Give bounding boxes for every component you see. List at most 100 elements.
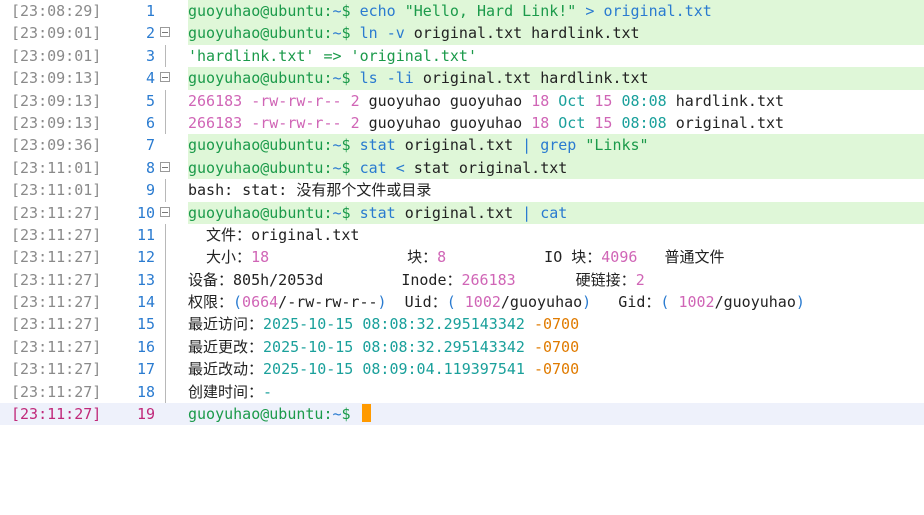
operator: | <box>522 136 532 155</box>
fold-toggle-icon[interactable] <box>160 161 170 172</box>
command: ls <box>359 69 378 88</box>
line[interactable]: [23:11:27] 13 设备：805h/2053d Inode：266183 硬… <box>0 268 924 292</box>
line-number: 3 <box>145 46 155 65</box>
fold-guide <box>165 179 166 202</box>
line[interactable]: [23:11:01] 9 bash: stat: 没有那个文件或目录 <box>0 179 924 202</box>
stat-timezone: -0700 <box>533 315 580 334</box>
stat-value: 266183 <box>461 270 516 289</box>
line[interactable]: [23:11:27] 15 最近访问：2025-10-15 08:08:32.2… <box>0 313 924 336</box>
line-content[interactable]: guoyuhao@ubuntu:~$ cat < stat original.t… <box>188 156 924 180</box>
command: echo <box>359 2 396 20</box>
line-content[interactable]: 266183 -rw-rw-r-- 2 guoyuhao guoyuhao 18… <box>188 90 924 112</box>
month: Oct <box>558 113 586 132</box>
line-content[interactable]: 最近改动：2025-10-15 08:09:04.119397541 -0700 <box>188 358 924 380</box>
line-content[interactable]: guoyuhao@ubuntu:~$ <box>188 403 924 425</box>
stat-label: 最近改动： <box>188 360 264 379</box>
stat-value: 4096 <box>601 248 638 267</box>
stat-value: 805h/2053d <box>233 270 324 289</box>
line-content[interactable]: 266183 -rw-rw-r-- 2 guoyuhao guoyuhao 18… <box>188 112 924 134</box>
line-number: 6 <box>145 113 155 132</box>
size: 18 <box>531 113 550 132</box>
stat-label: 最近更改： <box>188 337 264 356</box>
line-content[interactable]: guoyuhao@ubuntu:~$ echo "Hello, Hard Lin… <box>188 0 924 23</box>
line-number: 18 <box>136 382 155 401</box>
stat-label: 设备： <box>188 270 234 289</box>
stat-value: 2 <box>635 270 645 289</box>
line-content[interactable]: guoyuhao@ubuntu:~$ stat original.txt | c… <box>188 201 924 224</box>
line[interactable]: [23:09:01] 3 'hardlink.txt' => 'original… <box>0 44 924 68</box>
line[interactable]: [23:09:13] 4 guoyuhao@ubuntu:~$ ls -li o… <box>0 67 924 90</box>
stat-label: 硬链接： <box>575 270 636 289</box>
line[interactable]: [23:11:27] 16 最近更改：2025-10-15 08:08:32.2… <box>0 335 924 359</box>
fold-toggle-icon[interactable] <box>160 206 170 217</box>
line-content[interactable]: bash: stat: 没有那个文件或目录 <box>188 179 924 201</box>
time: 08:08 <box>621 91 667 110</box>
line-content[interactable]: 权限：(0664/-rw-rw-r--) Uid：( 1002/guoyuhao… <box>188 291 924 313</box>
line[interactable]: [23:11:27] 17 最近改动：2025-10-15 08:09:04.1… <box>0 358 924 381</box>
permissions: -rw-rw-r-- <box>251 91 342 110</box>
line-number: 4 <box>145 69 155 88</box>
line-content[interactable]: 创建时间：- <box>188 381 924 403</box>
line[interactable]: [23:09:01] 2 guoyuhao@ubuntu:~$ ln -v or… <box>0 22 924 45</box>
fold-guide <box>165 223 166 247</box>
prompt-user: guoyuhao@ubuntu <box>188 69 324 88</box>
prompt-path: ~ <box>332 24 342 43</box>
argument: "Hello, Hard Link!" <box>404 2 577 20</box>
prompt-path: ~ <box>332 158 342 177</box>
line-number: 9 <box>145 181 155 200</box>
line-content[interactable]: 设备：805h/2053d Inode：266183 硬链接：2 <box>188 269 924 291</box>
timestamp: [23:11:27] <box>11 382 102 401</box>
command: stat <box>359 136 396 155</box>
stat-label: Uid： <box>404 293 447 312</box>
stat-time: 08:08:32.295143342 <box>362 337 525 356</box>
line-content[interactable]: guoyuhao@ubuntu:~$ ln -v original.txt ha… <box>188 22 924 45</box>
line-content[interactable]: 大小：18 块：8 IO 块：4096 普通文件 <box>188 246 924 268</box>
stat-value: 0664 <box>242 293 279 312</box>
prompt-path: ~ <box>332 405 342 424</box>
command: cat <box>540 203 568 222</box>
line[interactable]: [23:11:27] 14 权限：(0664/-rw-rw-r--) Uid：(… <box>0 291 924 314</box>
stat-value: /guoyuhao <box>714 293 796 312</box>
line-content[interactable]: 最近访问：2025-10-15 08:08:32.295143342 -0700 <box>188 313 924 335</box>
line-number: 2 <box>145 24 155 43</box>
line[interactable]: [23:11:01] 8 guoyuhao@ubuntu:~$ cat < st… <box>0 156 924 180</box>
stat-time: 08:08:32.295143342 <box>362 315 525 334</box>
fold-toggle-icon[interactable] <box>160 72 170 83</box>
timestamp: [23:09:36] <box>11 136 102 155</box>
stat-timezone: -0700 <box>533 360 580 379</box>
stat-label: IO 块： <box>544 248 602 267</box>
day: 15 <box>594 113 613 132</box>
line[interactable]: [23:09:13] 5 266183 -rw-rw-r-- 2 guoyuha… <box>0 89 924 112</box>
line[interactable]: [23:09:13] 6 266183 -rw-rw-r-- 2 guoyuha… <box>0 111 924 135</box>
command: ln <box>359 24 378 43</box>
stat-value: /guoyuhao <box>500 293 583 312</box>
fold-toggle-icon[interactable] <box>160 27 170 38</box>
line-content[interactable]: 'hardlink.txt' => 'original.txt' <box>188 45 924 67</box>
line[interactable]: [23:11:27] 10 guoyuhao@ubuntu:~$ stat or… <box>0 201 924 224</box>
fold-guide <box>165 89 166 112</box>
line-content[interactable]: 文件：original.txt <box>188 224 924 246</box>
operator: | <box>522 203 532 222</box>
line[interactable]: [23:08:29] 1 guoyuhao@ubuntu:~$ echo "He… <box>0 0 924 23</box>
timestamp: [23:11:27] <box>11 315 102 334</box>
line-content[interactable]: 最近更改：2025-10-15 08:08:32.295143342 -0700 <box>188 336 924 358</box>
flag: -v <box>386 24 405 43</box>
timestamp: [23:11:01] <box>11 181 102 200</box>
argument: original.txt hardlink.txt <box>413 24 640 43</box>
line[interactable]: [23:11:27] 12 大小：18 块：8 IO 块：4096 普通文件 <box>0 246 924 269</box>
line[interactable]: [23:11:27] 11 文件：original.txt <box>0 223 924 247</box>
line-content[interactable]: guoyuhao@ubuntu:~$ ls -li original.txt h… <box>188 67 924 90</box>
stat-value: 18 <box>251 248 270 267</box>
line[interactable]: [23:09:36] 7 guoyuhao@ubuntu:~$ stat ori… <box>0 134 924 157</box>
timestamp: [23:11:27] <box>11 225 102 244</box>
command: grep <box>540 136 577 155</box>
current-line[interactable]: [23:11:27] 19 guoyuhao@ubuntu:~$ <box>0 403 924 426</box>
stat-timezone: -0700 <box>533 337 580 356</box>
stat-value: 普通文件 <box>664 248 725 267</box>
command: cat <box>359 158 387 177</box>
argument: "Links" <box>585 136 649 155</box>
terminal-editor[interactable]: [23:08:29] 1 guoyuhao@ubuntu:~$ echo "He… <box>0 0 924 434</box>
line-content[interactable]: guoyuhao@ubuntu:~$ stat original.txt | g… <box>188 134 924 157</box>
timestamp: [23:11:27] <box>11 248 102 267</box>
line[interactable]: [23:11:27] 18 创建时间：- <box>0 380 924 404</box>
